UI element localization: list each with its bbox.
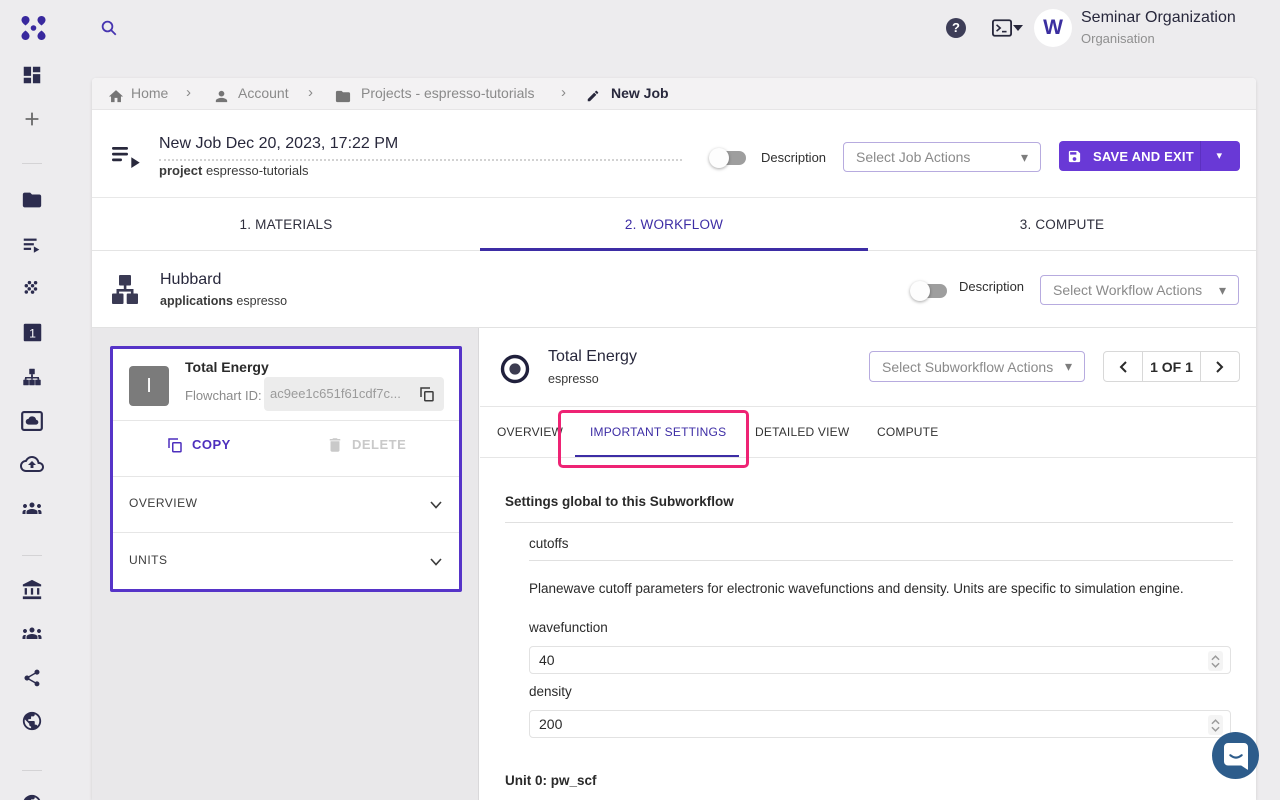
svg-text:1: 1	[29, 326, 36, 340]
